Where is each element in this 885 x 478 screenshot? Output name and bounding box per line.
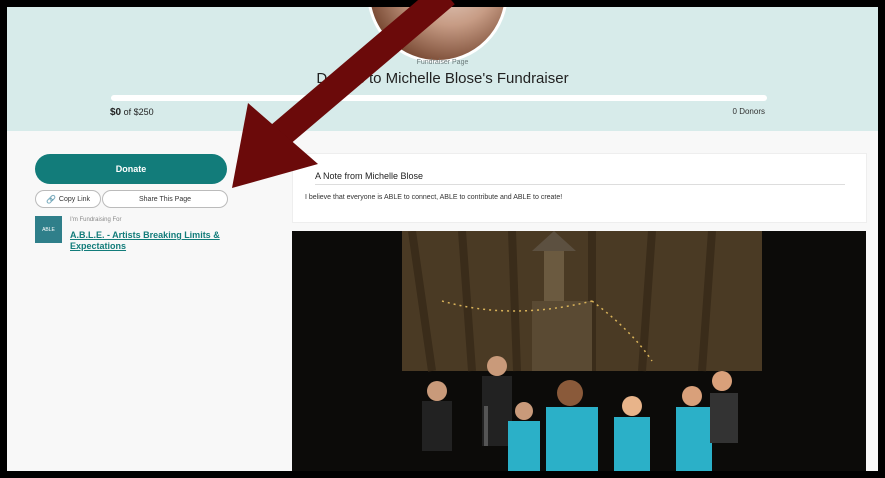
annotation-arrow	[232, 0, 455, 188]
